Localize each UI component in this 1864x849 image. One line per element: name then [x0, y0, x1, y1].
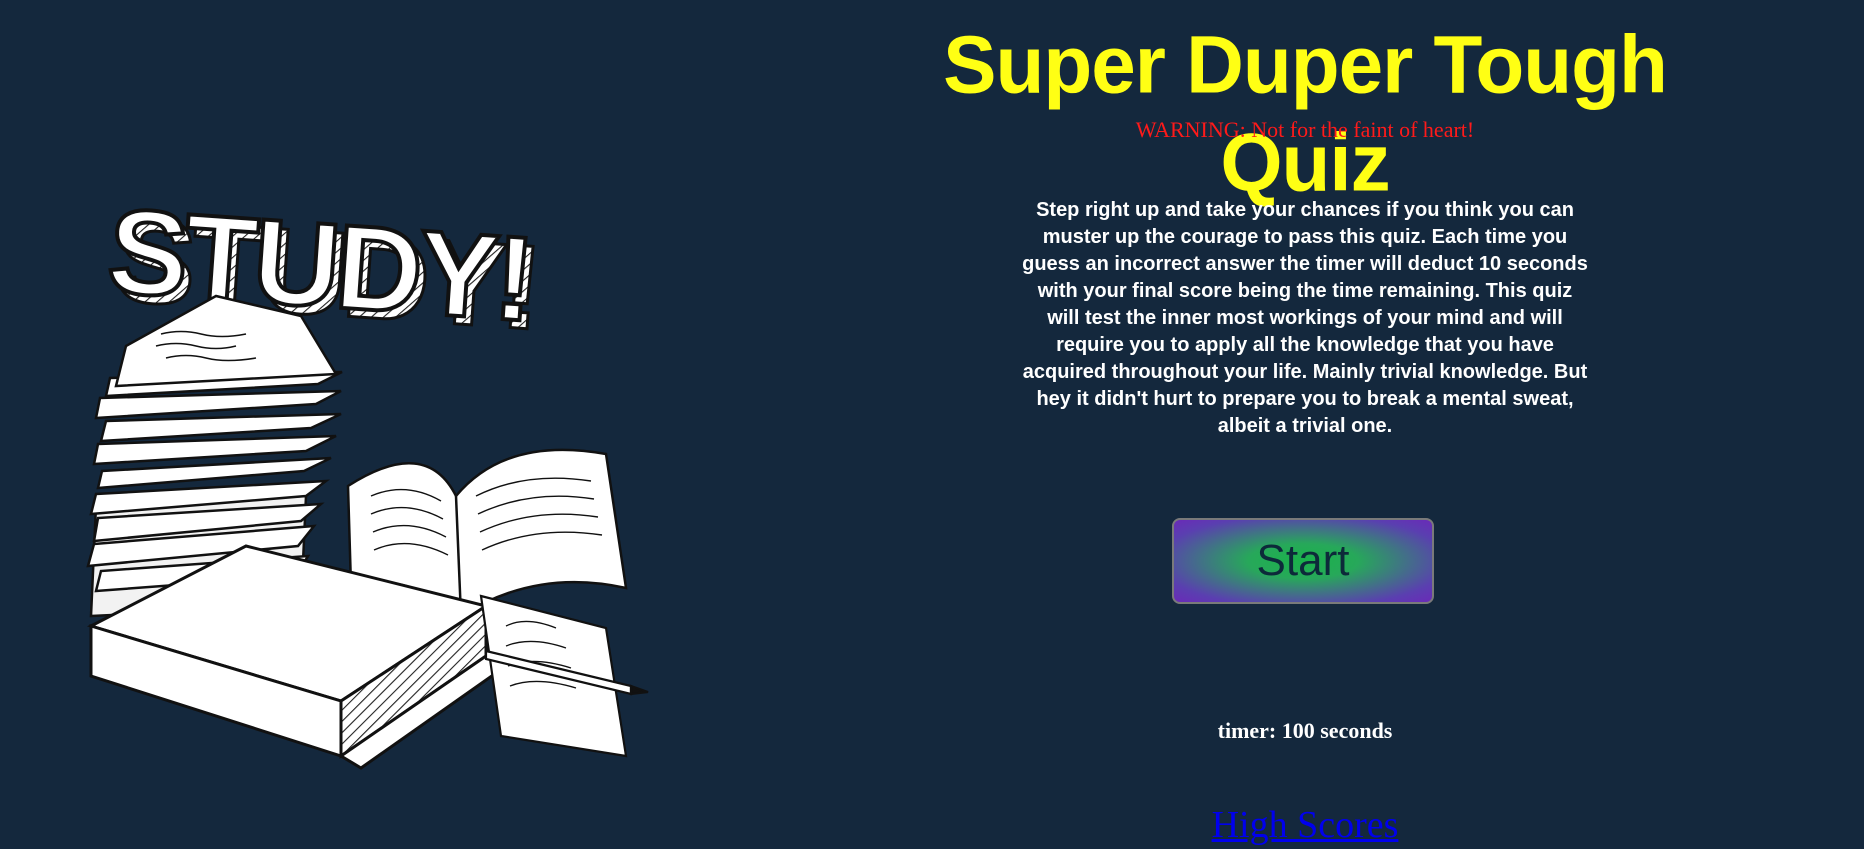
page-title: Super Duper Tough Quiz — [943, 19, 1668, 208]
warning-text: WARNING: Not for the faint of heart! — [1135, 117, 1475, 142]
start-button[interactable]: Start — [1172, 518, 1434, 604]
quiz-description: Step right up and take your chances if y… — [1022, 199, 1588, 437]
loose-sheets — [479, 594, 649, 758]
high-scores-link[interactable]: High Scores — [1100, 802, 1510, 848]
timer-display: timer: 100 seconds — [1217, 718, 1393, 743]
study-illustration: STUDY! STUDY! — [86, 196, 658, 771]
